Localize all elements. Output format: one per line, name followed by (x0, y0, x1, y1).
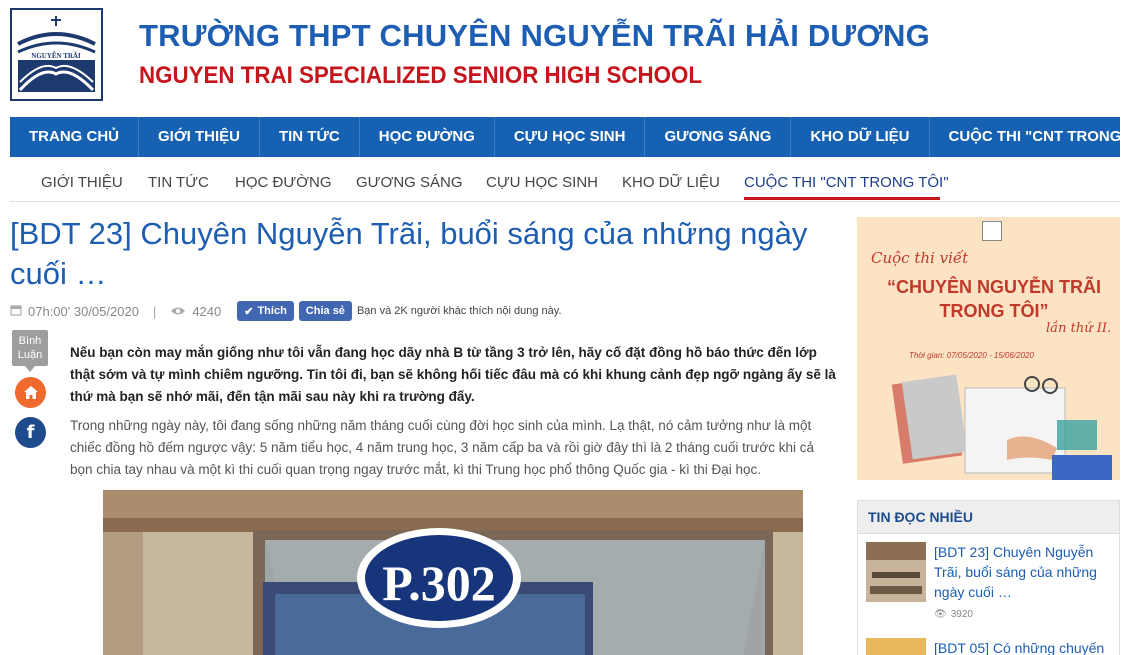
home-button[interactable] (15, 377, 46, 408)
main-nav: TRANG CHỦ GIỚI THIỆU TIN TỨC HỌC ĐƯỜNG C… (10, 117, 1134, 157)
school-logo[interactable]: NGUYỄN TRÃI (10, 8, 103, 101)
like-label: Thích (257, 305, 287, 317)
facebook-share-icon[interactable]: f (15, 417, 46, 448)
news-views: 👁 3920 (934, 609, 973, 620)
school-name-vn: TRƯỜNG THPT CHUYÊN NGUYỄN TRÃI HẢI DƯƠNG (139, 18, 930, 53)
sub-nav-contest[interactable]: CUỘC THI "CNT TRONG TÔI" (744, 174, 949, 191)
article-datetime: 07h:00' 30/05/2020 (28, 303, 139, 319)
share-sidebar: Bình Luận f (12, 330, 48, 448)
article-photo: P.302 (103, 490, 803, 655)
school-name-en: NGUYEN TRAI SPECIALIZED SENIOR HIGH SCHO… (139, 62, 703, 89)
sub-nav-school-life[interactable]: HỌC ĐƯỜNG (235, 174, 332, 191)
sub-nav-archive[interactable]: KHO DỮ LIỆU (622, 174, 720, 191)
article-meta: 07h:00' 30/05/2020 | 4240 ✔ Thích Chia s… (10, 300, 562, 322)
main-nav-about[interactable]: GIỚI THIỆU (139, 117, 260, 157)
article-views: 4240 (192, 303, 222, 319)
site-header: NGUYỄN TRÃI TRƯỜNG THPT CHUYÊN NGUYỄN TR… (0, 0, 1134, 116)
article-body: Trong những ngày này, tôi đang sống nhữn… (70, 418, 815, 477)
logo-text: NGUYỄN TRÃI (31, 52, 81, 60)
sub-nav: GIỚI THIỆU TIN TỨC HỌC ĐƯỜNG GƯƠNG SÁNG … (10, 166, 1120, 202)
most-read-heading: TIN ĐỌC NHIỀU (858, 501, 1119, 534)
facebook-like-button[interactable]: ✔ Thích (237, 301, 294, 321)
eye-icon (170, 304, 186, 319)
main-nav-news[interactable]: TIN TỨC (260, 117, 360, 157)
banner-line1: Cuộc thi viết (871, 249, 969, 267)
comment-button[interactable]: Bình Luận (12, 330, 48, 372)
facebook-share-button[interactable]: Chia sẻ (298, 301, 352, 321)
calendar-icon (10, 304, 22, 319)
banner-title: “CHUYÊN NGUYỄN TRÃI TRONG TÔI” (886, 277, 1101, 321)
news-title[interactable]: [BDT 05] Có những chuyến (934, 638, 1114, 655)
thumbs-up-icon: ✔ (244, 305, 254, 318)
article-title: [BDT 23] Chuyên Nguyễn Trãi, buổi sáng c… (10, 216, 808, 291)
main-nav-school-life[interactable]: HỌC ĐƯỜNG (360, 117, 495, 157)
news-title[interactable]: [BDT 23] Chuyên Nguyễn Trãi, buổi sáng c… (934, 542, 1114, 602)
eye-icon: 👁 (934, 609, 947, 620)
article-lead: Nếu bạn còn may mắn giống như tôi vẫn đa… (70, 345, 836, 404)
meta-separator: | (152, 303, 157, 319)
sub-nav-role-models[interactable]: GƯƠNG SÁNG (356, 174, 463, 191)
main-nav-home[interactable]: TRANG CHỦ (10, 117, 139, 157)
most-read-box: TIN ĐỌC NHIỀU [BDT 23] Chuyên Nguyễn Trã… (857, 500, 1120, 655)
main-nav-role-models[interactable]: GƯƠNG SÁNG (645, 117, 792, 157)
sub-nav-alumni[interactable]: CỰU HỌC SINH (486, 174, 598, 191)
contest-banner[interactable]: Cuộc thi viết “CHUYÊN NGUYỄN TRÃI TRONG … (857, 217, 1120, 480)
main-nav-archive[interactable]: KHO DỮ LIỆU (791, 117, 930, 157)
banner-time: Thời gian: 07/05/2020 - 15/06/2020 (909, 351, 1034, 360)
news-thumbnail[interactable] (866, 638, 926, 655)
home-icon (23, 386, 38, 399)
like-count-text: Bạn và 2K người khác thích nội dung này. (356, 305, 562, 317)
banner-edition: lần thứ II. (1046, 321, 1112, 336)
sub-nav-about[interactable]: GIỚI THIỆU (41, 174, 123, 191)
active-tab-underline (744, 197, 940, 200)
room-number-sign: P.302 (382, 555, 495, 611)
sub-nav-news[interactable]: TIN TỨC (148, 174, 209, 191)
main-nav-contest[interactable]: CUỘC THI "CNT TRONG TÔI" (930, 117, 1134, 157)
banner-logo (982, 221, 1002, 241)
banner-illustration (891, 374, 1112, 480)
news-thumbnail[interactable] (866, 542, 926, 602)
main-nav-alumni[interactable]: CỰU HỌC SINH (495, 117, 646, 157)
